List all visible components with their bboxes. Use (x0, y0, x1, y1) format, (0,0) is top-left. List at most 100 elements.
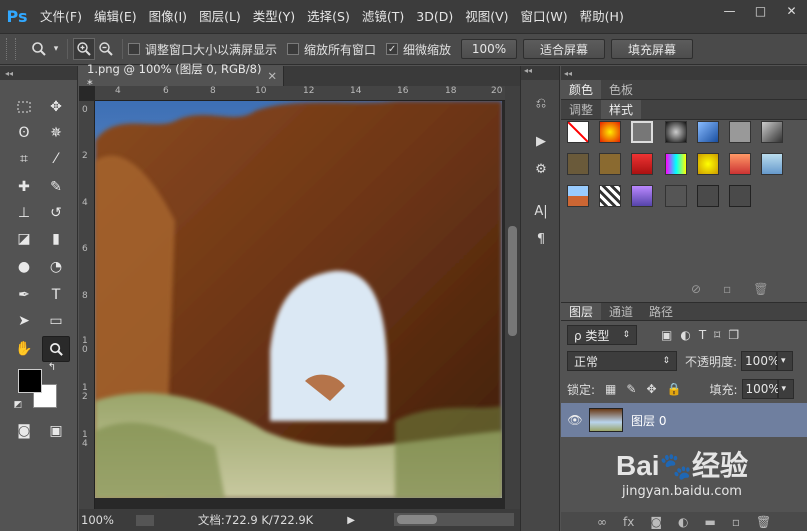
document-tab[interactable]: 1.png @ 100% (图层 0, RGB/8) * ✕ (79, 62, 284, 91)
style-swatch[interactable] (665, 153, 687, 175)
swap-colors-icon[interactable]: ↰ (44, 360, 60, 374)
menu-image[interactable]: 图像(I) (143, 0, 193, 33)
dodge-tool-icon[interactable]: ◔ (42, 254, 70, 280)
add-mask-icon[interactable]: ◙ (650, 515, 662, 529)
fill-dropdown-icon[interactable]: ▾ (777, 379, 794, 399)
style-swatch[interactable] (761, 121, 783, 143)
zoom-in-icon[interactable] (73, 38, 95, 60)
pen-tool-icon[interactable]: ✒ (10, 282, 38, 308)
style-swatch[interactable] (567, 153, 589, 175)
menu-layer[interactable]: 图层(L) (193, 0, 247, 33)
tab-color[interactable]: 颜色 (561, 80, 602, 99)
character-panel-icon[interactable]: A| (529, 200, 553, 222)
clone-stamp-tool-icon[interactable]: ⊥ (10, 200, 38, 226)
tools-panel-header[interactable]: ◂◂ (0, 66, 77, 80)
eraser-tool-icon[interactable]: ◪ (10, 226, 38, 252)
menu-3d[interactable]: 3D(D) (410, 0, 459, 33)
image-canvas[interactable] (95, 101, 502, 498)
style-swatch[interactable] (665, 121, 687, 143)
path-selection-tool-icon[interactable]: ➤ (10, 308, 38, 334)
layer-style-icon[interactable]: fx (623, 515, 634, 529)
eyedropper-tool-icon[interactable]: ⁄ (42, 146, 70, 172)
style-swatch[interactable] (567, 121, 589, 143)
fill-input[interactable]: 100% (741, 379, 780, 399)
opacity-dropdown-icon[interactable]: ▾ (777, 351, 794, 371)
magic-wand-tool-icon[interactable]: ✵ (42, 120, 70, 146)
zoom-tool-preset-icon[interactable] (28, 38, 50, 60)
scrubby-zoom-option[interactable]: ✓ 细微缩放 (386, 41, 451, 58)
tab-styles[interactable]: 样式 (601, 100, 642, 119)
quick-mask-icon[interactable]: ◙ (10, 418, 38, 444)
layer-row[interactable]: 👁 图层 0 (561, 403, 807, 437)
menu-help[interactable]: 帮助(H) (574, 0, 630, 33)
blur-tool-icon[interactable]: ● (10, 254, 38, 280)
dock-header[interactable]: ◂◂ (521, 66, 559, 80)
actual-pixels-button[interactable]: 100% (461, 39, 518, 59)
vertical-scroll-thumb[interactable] (508, 226, 517, 336)
clear-style-icon[interactable]: ⊘ (691, 282, 701, 296)
status-menu-arrow-icon[interactable]: ▶ (347, 515, 355, 526)
pixel-filter-icon[interactable]: ▣ (661, 328, 672, 342)
default-colors-icon[interactable]: ◩ (10, 398, 26, 412)
lock-move-icon[interactable]: ✥ (646, 382, 656, 396)
vertical-scrollbar[interactable] (505, 86, 520, 511)
style-swatch[interactable] (665, 185, 687, 207)
new-layer-icon[interactable]: ▫ (732, 515, 740, 529)
healing-brush-tool-icon[interactable]: ✚ (10, 174, 38, 200)
zoom-level[interactable]: 100% (81, 513, 114, 527)
horizontal-scroll-thumb[interactable] (397, 515, 437, 524)
history-panel-icon[interactable]: ⎌ (529, 92, 553, 114)
new-group-icon[interactable]: ▬ (704, 515, 715, 529)
style-swatch[interactable] (729, 153, 751, 175)
tab-channels[interactable]: 通道 (601, 303, 641, 320)
lock-all-icon[interactable]: 🔒 (667, 382, 682, 396)
hand-tool-icon[interactable]: ✋ (10, 336, 38, 362)
foreground-color-swatch[interactable] (18, 369, 42, 393)
style-swatch[interactable] (631, 185, 653, 207)
menu-select[interactable]: 选择(S) (301, 0, 356, 33)
style-swatch[interactable] (599, 153, 621, 175)
new-style-icon[interactable]: ▫ (723, 282, 731, 296)
type-tool-icon[interactable]: T (42, 282, 70, 308)
delete-layer-icon[interactable]: 🗑 (756, 515, 771, 529)
style-swatch[interactable] (697, 121, 719, 143)
style-swatch[interactable] (697, 185, 719, 207)
menu-file[interactable]: 文件(F) (34, 0, 88, 33)
gradient-tool-icon[interactable]: ▮ (42, 226, 70, 252)
smart-object-filter-icon[interactable]: ❐ (728, 328, 739, 342)
style-swatch[interactable] (729, 185, 751, 207)
chevron-down-icon[interactable]: ▾ (50, 38, 62, 60)
lock-transparent-icon[interactable]: ▦ (605, 382, 616, 396)
status-icon[interactable] (135, 514, 154, 526)
delete-style-icon[interactable]: 🗑 (753, 282, 768, 296)
opacity-input[interactable]: 100% (741, 351, 779, 371)
properties-panel-icon[interactable]: ⚙ (529, 158, 553, 180)
style-swatch[interactable] (599, 185, 621, 207)
style-swatch[interactable] (631, 121, 653, 143)
style-swatch[interactable] (599, 121, 621, 143)
adjustment-filter-icon[interactable]: ◐ (680, 328, 690, 342)
blend-mode-select[interactable]: 正常 ⇕ (567, 351, 677, 371)
tab-adjustments[interactable]: 调整 (561, 100, 601, 119)
zoom-all-option[interactable]: 缩放所有窗口 (287, 41, 376, 58)
menu-type[interactable]: 类型(Y) (247, 0, 301, 33)
fill-screen-button[interactable]: 填充屏幕 (611, 39, 694, 59)
resize-windows-checkbox[interactable] (128, 43, 140, 55)
paragraph-panel-icon[interactable]: ¶ (529, 228, 553, 250)
visibility-eye-icon[interactable]: 👁 (561, 413, 589, 427)
shape-filter-icon[interactable]: ⌑ (714, 328, 720, 342)
fit-screen-button[interactable]: 适合屏幕 (523, 39, 606, 59)
type-filter-icon[interactable]: T (699, 328, 706, 342)
style-swatch[interactable] (761, 153, 783, 175)
actions-panel-icon[interactable]: ▶ (529, 130, 553, 152)
menu-window[interactable]: 窗口(W) (515, 0, 574, 33)
tab-swatches[interactable]: 色板 (601, 80, 641, 99)
adjustment-layer-icon[interactable]: ◐ (678, 515, 688, 529)
tab-layers[interactable]: 图层 (561, 303, 602, 320)
zoom-out-icon[interactable] (95, 38, 117, 60)
layer-kind-filter[interactable]: ρ 类型 ⇕ (567, 325, 637, 345)
marquee-tool-icon[interactable] (10, 94, 38, 120)
link-layers-icon[interactable]: ∞ (597, 515, 607, 529)
style-swatch[interactable] (631, 153, 653, 175)
rectangle-tool-icon[interactable]: ▭ (42, 308, 70, 334)
